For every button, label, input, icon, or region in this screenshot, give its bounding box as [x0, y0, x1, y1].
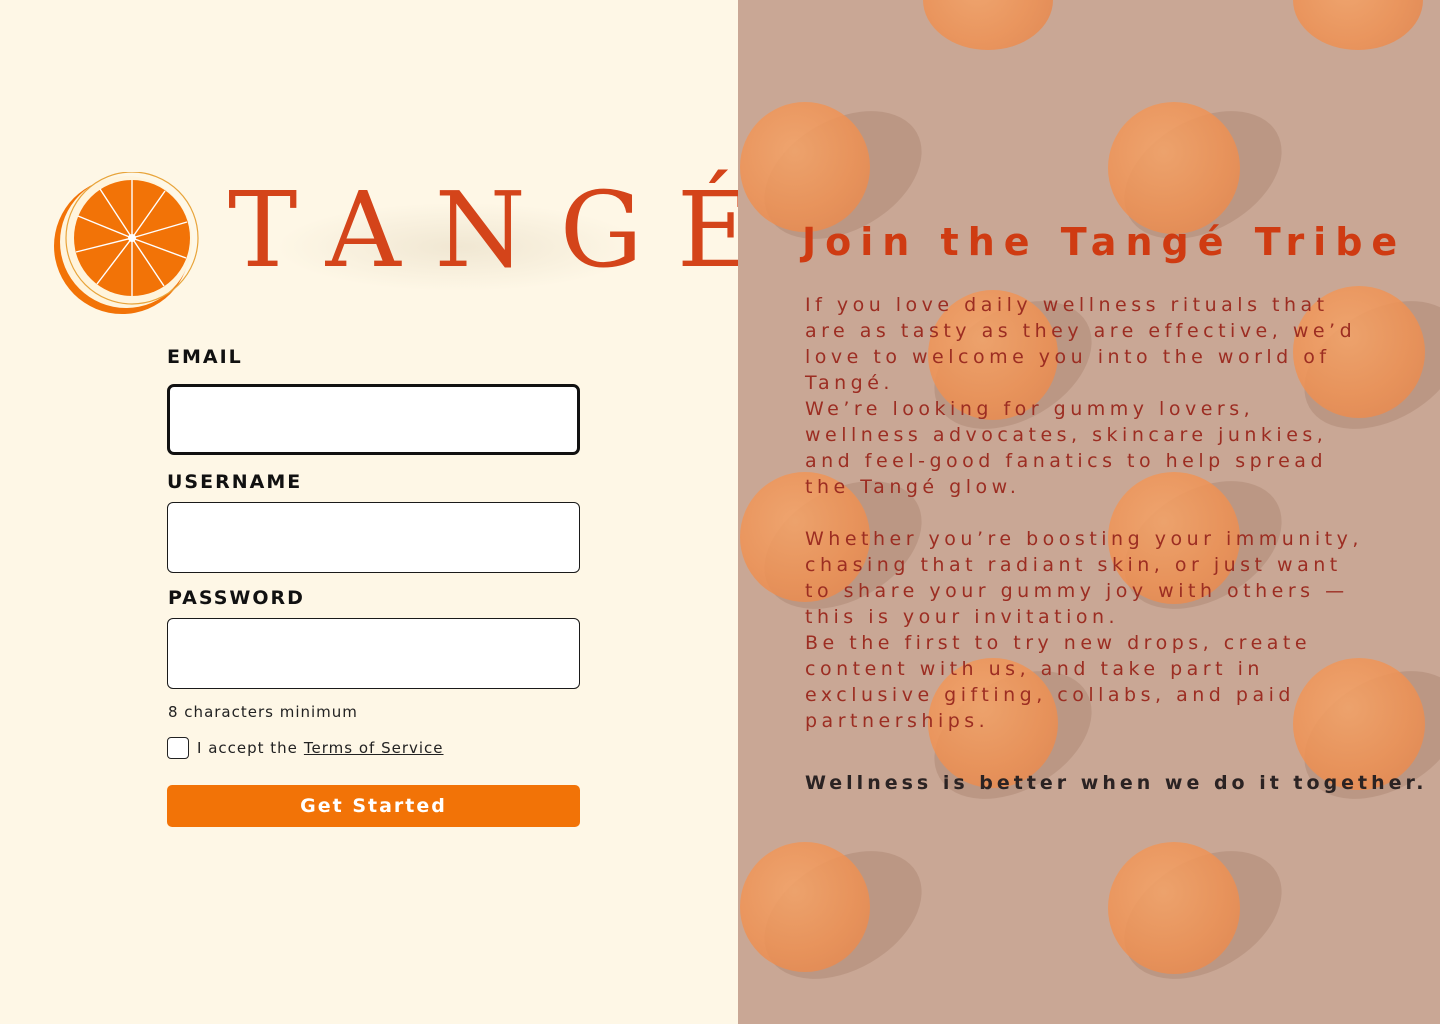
- brand-logo: TANGÉ: [54, 172, 753, 318]
- promo-paragraph: Be the first to try new drops, create co…: [805, 632, 1312, 732]
- tos-checkbox[interactable]: [167, 737, 189, 759]
- tos-label: I accept the: [197, 739, 298, 757]
- orange-slice-icon: [54, 172, 199, 314]
- email-label: EMAIL: [167, 346, 243, 368]
- password-field[interactable]: [167, 618, 580, 689]
- promo-title: Join the Tangé Tribe: [802, 220, 1407, 264]
- brand-wordmark: TANGÉ: [228, 169, 787, 291]
- email-field[interactable]: [167, 384, 580, 455]
- signup-panel: TANGÉ EMAIL USERNAME PASSWORD 8 characte…: [0, 0, 753, 1024]
- promo-paragraph: We’re looking for gummy lovers, wellness…: [805, 398, 1328, 498]
- username-label: USERNAME: [167, 471, 303, 493]
- password-hint: 8 characters minimum: [168, 703, 358, 721]
- promo-body: If you love daily wellness rituals that …: [805, 292, 1365, 734]
- promo-paragraph: If you love daily wellness rituals that …: [805, 294, 1357, 394]
- promo-paragraph: Whether you’re boosting your immunity, c…: [805, 528, 1363, 628]
- promo-tagline: Wellness is better when we do it togethe…: [805, 772, 1428, 794]
- tos-row: I accept the Terms of Service: [167, 737, 444, 759]
- username-field[interactable]: [167, 502, 580, 573]
- password-label: PASSWORD: [168, 587, 305, 609]
- get-started-button[interactable]: Get Started: [167, 785, 580, 827]
- terms-of-service-link[interactable]: Terms of Service: [304, 739, 444, 757]
